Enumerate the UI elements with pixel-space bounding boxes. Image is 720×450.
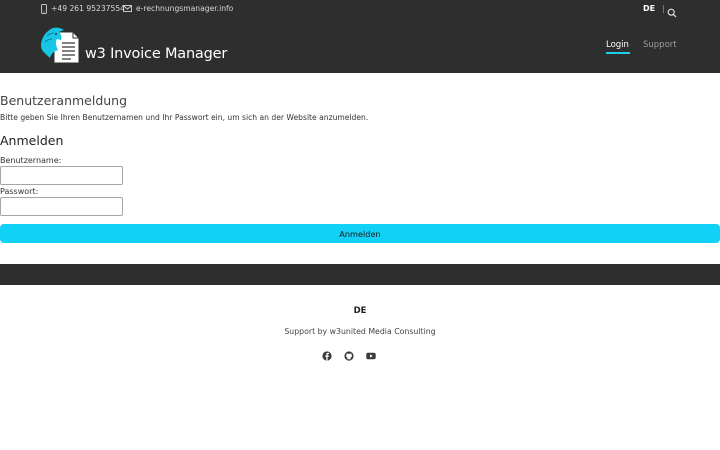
phone-icon [41,3,47,14]
facebook-icon[interactable] [322,351,332,361]
youtube-icon[interactable] [366,351,376,361]
envelope-icon [123,5,132,12]
footer-support-text: Support by w3united Media Consulting [284,327,436,336]
nav-link-support[interactable]: Support [643,39,677,51]
login-form-title: Anmelden [0,133,64,148]
logo-icon[interactable] [39,26,81,64]
username-field[interactable] [0,166,123,185]
phone-contact[interactable]: +49 261 95237554 [41,3,125,14]
github-icon[interactable] [344,351,354,361]
nav-active-indicator [606,52,630,54]
password-label: Passwort: [0,187,39,196]
email-address: e-rechnungsmanager.info [136,4,234,13]
search-icon[interactable] [667,3,678,18]
footer-language-switcher[interactable]: DE [0,306,720,317]
footer-bar [0,264,720,285]
nav-link-login[interactable]: Login [606,39,629,51]
login-instructions: Bitte geben Sie Ihren Benutzernamen und … [0,113,369,122]
email-contact[interactable]: e-rechnungsmanager.info [123,3,233,14]
password-field[interactable] [0,197,123,216]
brand-name[interactable]: w3 Invoice Manager [85,45,227,63]
phone-number: +49 261 95237554 [51,4,125,13]
page-title: Benutzeranmeldung [0,93,128,108]
username-label: Benutzername: [0,156,62,165]
header-divider: | [662,4,665,13]
site-header: +49 261 95237554 e-rechnungsmanager.info… [0,0,720,73]
login-submit-button[interactable]: Anmelden [0,224,720,243]
language-switcher[interactable]: DE [643,3,655,14]
